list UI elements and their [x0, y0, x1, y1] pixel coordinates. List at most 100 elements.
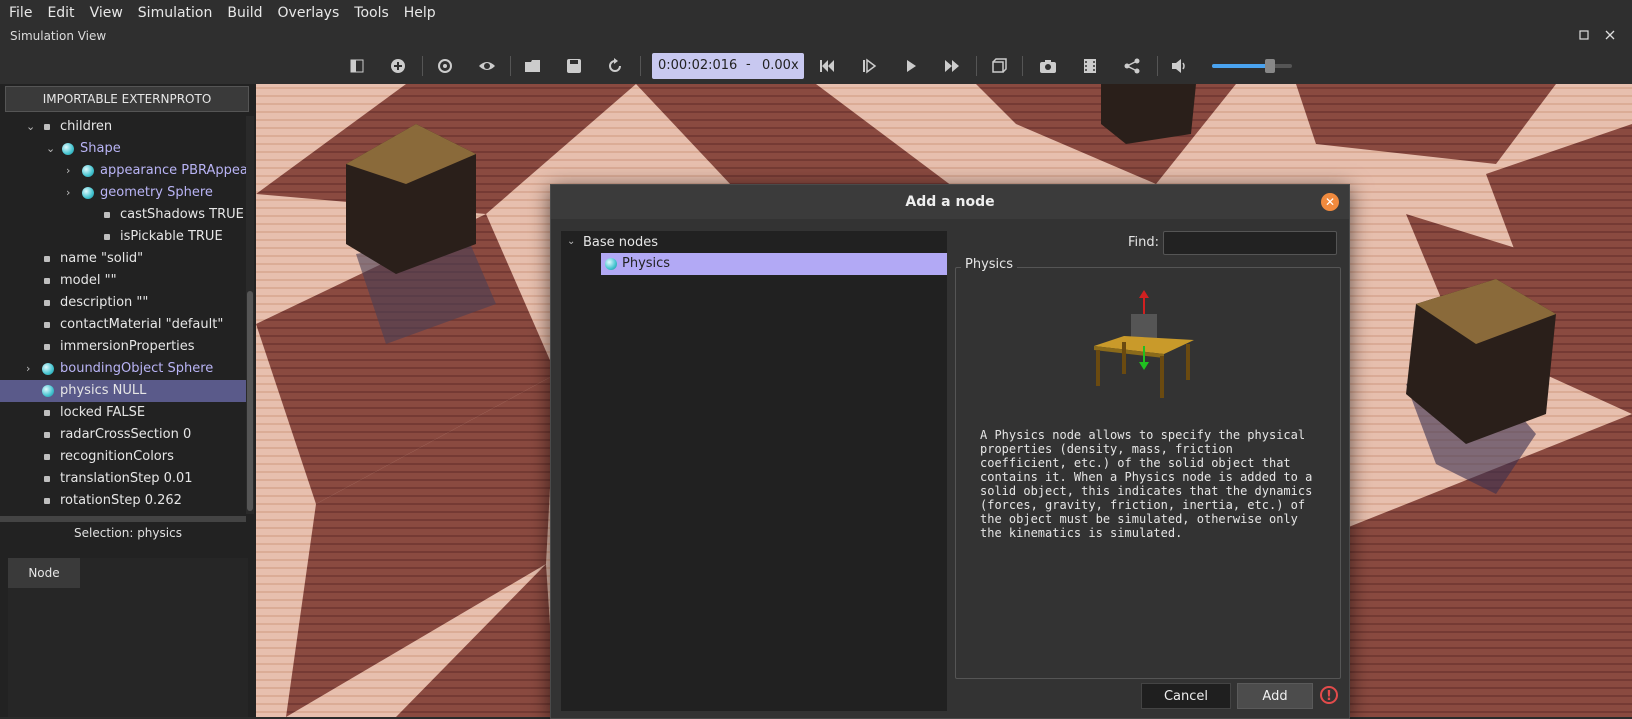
scene-tree-row[interactable]: › geometry Sphere: [0, 182, 246, 204]
menu-tools[interactable]: Tools: [345, 5, 395, 21]
scene-tree-row-label: boundingObject Sphere: [60, 361, 214, 376]
scene-tree-row[interactable]: immersionProperties: [0, 336, 246, 358]
physics-preview-image: [1094, 290, 1194, 398]
scene-tree-row[interactable]: contactMaterial "default": [0, 314, 246, 336]
scene-tree-scrollbar[interactable]: [246, 116, 254, 514]
importable-externproto-button[interactable]: IMPORTABLE EXTERNPROTO: [5, 86, 249, 112]
scene-tree-row[interactable]: name "solid": [0, 248, 246, 270]
node-ball-icon: [82, 187, 94, 199]
scene-tree-row[interactable]: isPickable TRUE: [0, 226, 246, 248]
scene-tree-row[interactable]: physics NULL: [0, 380, 246, 402]
rendering-icon[interactable]: [988, 55, 1010, 77]
scene-tree-row-label: description "": [60, 295, 149, 310]
field-dot-icon: [44, 432, 50, 438]
share-icon[interactable]: [1121, 55, 1143, 77]
volume-slider-knob[interactable]: [1264, 59, 1275, 73]
toolbar-separator: [422, 56, 423, 76]
field-dot-icon: [104, 234, 110, 240]
volume-slider-fill: [1212, 64, 1270, 68]
scene-tree-row[interactable]: recognitionColors: [0, 446, 246, 468]
play-icon[interactable]: [900, 55, 922, 77]
find-label: Find:: [1128, 235, 1160, 250]
scene-tree-row[interactable]: ⌄ children: [0, 116, 246, 138]
node-ball-icon: [605, 258, 617, 270]
add-node-dialog: Add a node ✕ ⌄ Base nodes Physics Find: …: [550, 184, 1350, 719]
scene-tree-row-label: contactMaterial "default": [60, 317, 224, 332]
menu-edit[interactable]: Edit: [38, 5, 80, 21]
field-dot-icon: [104, 212, 110, 218]
camera-icon[interactable]: [1037, 55, 1059, 77]
maximize-icon[interactable]: [1577, 29, 1591, 43]
menu-simulation[interactable]: Simulation: [129, 5, 219, 21]
volume-slider[interactable]: [1212, 59, 1292, 73]
field-dot-icon: [44, 256, 50, 262]
scene-tree-row[interactable]: castShadows TRUE: [0, 204, 246, 226]
tab-node[interactable]: Node: [8, 558, 80, 588]
chevron-right-icon[interactable]: ›: [66, 160, 78, 182]
scene-tree-row-label: castShadows TRUE: [120, 207, 244, 222]
node-type-tree: ⌄ Base nodes Physics: [561, 231, 947, 711]
menu-help[interactable]: Help: [395, 5, 442, 21]
menu-overlays[interactable]: Overlays: [269, 5, 346, 21]
window-title: Simulation View: [10, 29, 107, 43]
toolbar-separator: [1022, 56, 1023, 76]
save-icon[interactable]: [563, 55, 585, 77]
scene-tree-row[interactable]: translationStep 0.01: [0, 468, 246, 490]
field-dot-icon: [44, 278, 50, 284]
volume-icon[interactable]: [1168, 55, 1190, 77]
step-icon[interactable]: [858, 55, 880, 77]
reset-viewpoint-icon[interactable]: [434, 55, 456, 77]
scene-tree-hscrollbar[interactable]: [0, 516, 246, 522]
eye-icon[interactable]: [476, 55, 498, 77]
main-toolbar: [0, 48, 1632, 84]
add-node-icon[interactable]: [387, 55, 409, 77]
toolbar-separator: [640, 56, 641, 76]
toolbar-separator: [976, 56, 977, 76]
scene-tree-panel: IMPORTABLE EXTERNPROTO ⌄ children ⌄ Shape › a…: [0, 84, 256, 717]
field-editor: Node: [8, 558, 248, 717]
cancel-button[interactable]: Cancel: [1141, 683, 1231, 709]
chevron-right-icon[interactable]: ›: [26, 358, 38, 380]
scene-tree-row[interactable]: locked FALSE: [0, 402, 246, 424]
scrollbar-thumb[interactable]: [247, 291, 253, 511]
scene-tree-row-label: physics NULL: [60, 383, 147, 398]
open-folder-icon[interactable]: [522, 55, 544, 77]
find-input[interactable]: [1163, 231, 1337, 255]
reload-icon[interactable]: [604, 55, 626, 77]
add-button[interactable]: Add: [1237, 683, 1313, 709]
dialog-close-icon[interactable]: ✕: [1321, 193, 1339, 211]
chevron-right-icon[interactable]: ›: [66, 182, 78, 204]
scene-tree-row[interactable]: model "": [0, 270, 246, 292]
tree-item-physics[interactable]: Physics: [601, 253, 947, 275]
chevron-down-icon[interactable]: ⌄: [46, 138, 58, 160]
scene-tree-row-label: children: [60, 119, 113, 134]
scene-tree-row-label: geometry Sphere: [100, 185, 213, 200]
scene-tree-row[interactable]: radarCrossSection 0: [0, 424, 246, 446]
chevron-down-icon[interactable]: ⌄: [26, 116, 38, 138]
field-dot-icon: [44, 498, 50, 504]
simulation-time: 0:00:02:016: [658, 58, 738, 73]
tree-base-nodes[interactable]: Base nodes: [583, 235, 658, 250]
scene-tree-row[interactable]: rotationStep 0.262: [0, 490, 246, 512]
scene-tree-row-label: rotationStep 0.262: [60, 493, 182, 508]
scene-tree-row[interactable]: › appearance PBRAppearance: [0, 160, 246, 182]
scene-tree-row[interactable]: › boundingObject Sphere: [0, 358, 246, 380]
menu-file[interactable]: File: [0, 5, 38, 21]
menu-bar: File Edit View Simulation Build Overlays…: [0, 0, 1632, 26]
field-dot-icon: [44, 454, 50, 460]
warning-icon: !: [1320, 686, 1338, 704]
toggle-scene-tree-icon[interactable]: [346, 55, 368, 77]
reset-simulation-icon[interactable]: [816, 55, 838, 77]
movie-icon[interactable]: [1079, 55, 1101, 77]
scene-tree-row[interactable]: ⌄ Shape: [0, 138, 246, 160]
toolbar-separator: [1157, 56, 1158, 76]
scene-tree-row[interactable]: description "": [0, 292, 246, 314]
menu-build[interactable]: Build: [218, 5, 268, 21]
close-icon[interactable]: [1603, 29, 1617, 43]
menu-view[interactable]: View: [81, 5, 129, 21]
chevron-down-icon[interactable]: ⌄: [567, 236, 575, 247]
fast-forward-icon[interactable]: [941, 55, 963, 77]
simulation-time-display: 0:00:02:016 - 0.00x: [652, 53, 804, 79]
node-info-group-title: Physics: [961, 257, 1018, 272]
scene-tree-row-label: translationStep 0.01: [60, 471, 193, 486]
